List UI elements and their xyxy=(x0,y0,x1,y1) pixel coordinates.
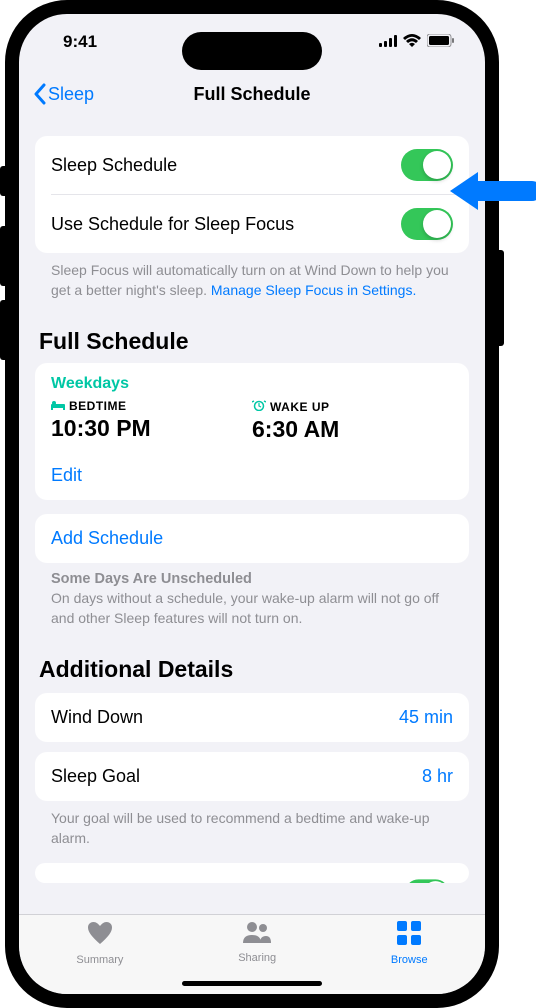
home-indicator[interactable] xyxy=(182,981,322,986)
manage-focus-link[interactable]: Manage Sleep Focus in Settings. xyxy=(211,282,416,298)
goal-footer: Your goal will be used to recommend a be… xyxy=(35,801,469,848)
back-label: Sleep xyxy=(48,84,94,105)
wakeup-value: 6:30 AM xyxy=(252,416,453,443)
wifi-icon xyxy=(403,32,421,52)
tab-summary-label: Summary xyxy=(76,954,123,966)
schedule-name: Weekdays xyxy=(51,375,453,393)
focus-footer: Sleep Focus will automatically turn on a… xyxy=(35,253,469,300)
tab-sharing-label: Sharing xyxy=(238,952,276,964)
use-focus-row: Use Schedule for Sleep Focus xyxy=(35,195,469,253)
sleep-goal-label: Sleep Goal xyxy=(51,766,140,787)
full-schedule-header: Full Schedule xyxy=(39,328,465,355)
heart-icon xyxy=(87,921,113,952)
additional-details-header: Additional Details xyxy=(39,656,465,683)
people-icon xyxy=(242,921,272,950)
battery-icon xyxy=(427,32,455,52)
partial-row[interactable] xyxy=(35,863,469,883)
tab-summary[interactable]: Summary xyxy=(76,921,123,994)
page-title: Full Schedule xyxy=(193,84,310,105)
bedtime-value: 10:30 PM xyxy=(51,415,252,442)
unscheduled-body: On days without a schedule, your wake-up… xyxy=(35,587,469,628)
wakeup-label: WAKE UP xyxy=(270,400,330,414)
sleep-schedule-toggle[interactable] xyxy=(401,149,453,181)
wind-down-value: 45 min xyxy=(399,707,453,728)
wind-down-row[interactable]: Wind Down 45 min xyxy=(35,693,469,742)
grid-icon xyxy=(397,921,421,952)
cellular-icon xyxy=(379,32,397,52)
tab-browse-label: Browse xyxy=(391,954,428,966)
bed-icon xyxy=(51,399,65,413)
back-button[interactable]: Sleep xyxy=(33,83,94,105)
navigation-bar: Sleep Full Schedule xyxy=(19,70,485,118)
chevron-left-icon xyxy=(33,83,46,105)
weekdays-schedule-card: Weekdays BEDTIME 10:30 PM xyxy=(35,363,469,500)
sleep-schedule-label: Sleep Schedule xyxy=(51,155,177,176)
unscheduled-title: Some Days Are Unscheduled xyxy=(35,563,469,587)
sleep-goal-row[interactable]: Sleep Goal 8 hr xyxy=(35,752,469,801)
tab-browse[interactable]: Browse xyxy=(391,921,428,994)
dynamic-island xyxy=(182,32,322,70)
bedtime-label: BEDTIME xyxy=(69,399,127,413)
alarm-icon xyxy=(252,399,266,414)
partial-toggle[interactable] xyxy=(405,879,449,883)
wind-down-label: Wind Down xyxy=(51,707,143,728)
use-focus-toggle[interactable] xyxy=(401,208,453,240)
status-time: 9:41 xyxy=(63,32,97,52)
tab-bar: Summary Sharing Browse xyxy=(19,914,485,994)
add-schedule-button[interactable]: Add Schedule xyxy=(35,514,469,563)
sleep-schedule-row: Sleep Schedule xyxy=(35,136,469,194)
sleep-goal-value: 8 hr xyxy=(422,766,453,787)
use-focus-label: Use Schedule for Sleep Focus xyxy=(51,214,294,235)
callout-arrow xyxy=(450,168,536,214)
edit-button[interactable]: Edit xyxy=(51,465,453,486)
